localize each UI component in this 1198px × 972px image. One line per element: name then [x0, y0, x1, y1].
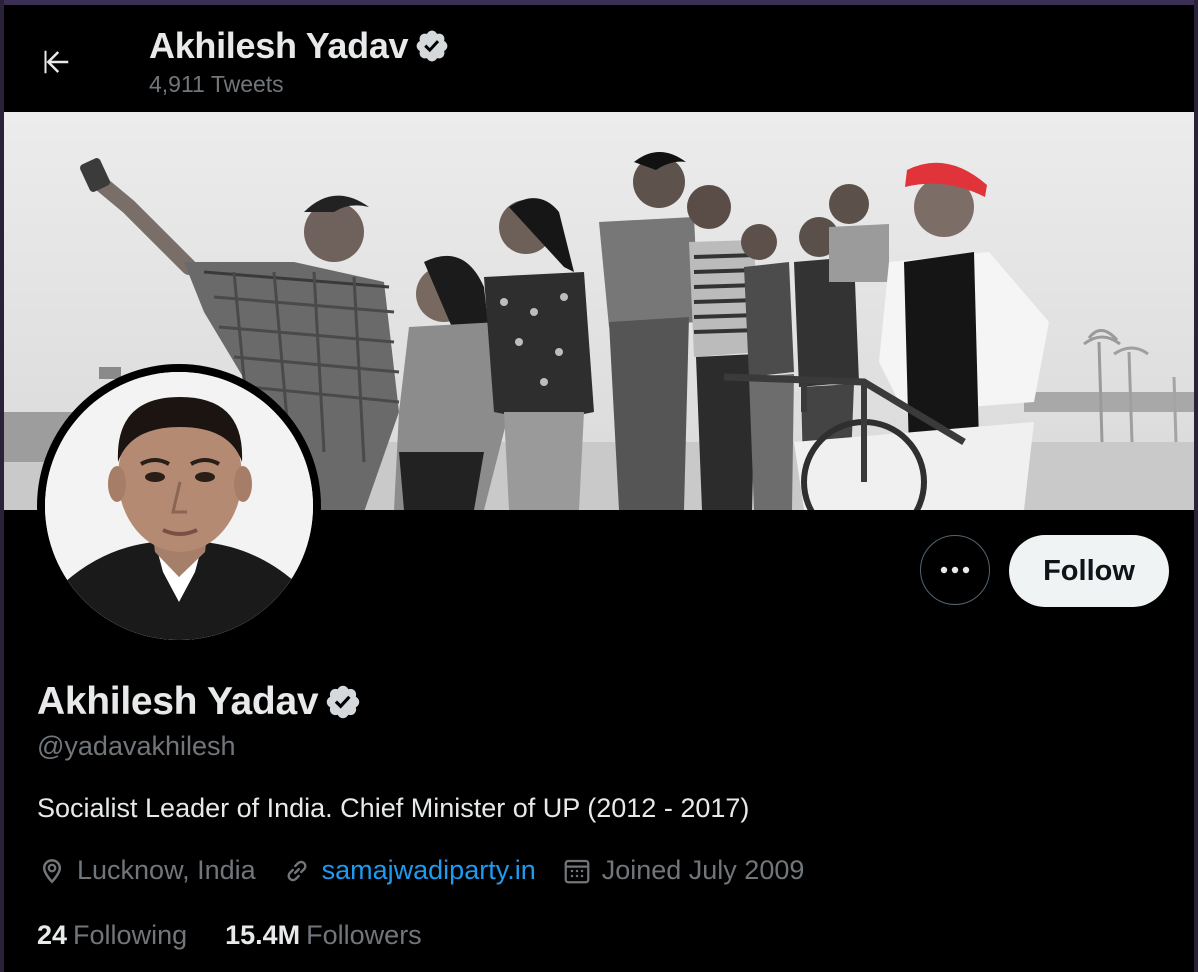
verified-badge-icon [416, 30, 448, 62]
avatar-photo [45, 372, 313, 640]
joined-text: Joined July 2009 [601, 855, 805, 885]
profile-avatar[interactable] [37, 364, 321, 648]
profile-stats: 24 Following 15.4M Followers [37, 920, 460, 951]
location-pin-icon [42, 858, 62, 883]
profile-handle: @yadavakhilesh [37, 731, 236, 761]
link-icon [287, 860, 307, 881]
profile-name: Akhilesh Yadav [37, 680, 362, 724]
profile-header: Akhilesh Yadav 4,911 Tweets [4, 5, 1194, 112]
location-item: Lucknow, India [37, 855, 256, 886]
more-options-button[interactable] [920, 535, 990, 605]
window-right-border [1194, 0, 1198, 972]
verified-badge-icon [327, 685, 360, 719]
header-title: Akhilesh Yadav [149, 25, 450, 67]
profile-meta: Lucknow, India samajwadiparty.in Joined … [37, 855, 830, 886]
followers-count: 15.4M [225, 920, 301, 950]
followers-stat[interactable]: 15.4M Followers [225, 920, 422, 951]
profile-bio: Socialist Leader of India. Chief Ministe… [37, 793, 750, 823]
header-name: Akhilesh Yadav [149, 25, 409, 66]
website-link[interactable]: samajwadiparty.in [322, 855, 536, 886]
follow-button[interactable]: Follow [1009, 535, 1169, 607]
followers-label: Followers [306, 920, 422, 950]
back-button[interactable] [34, 39, 80, 85]
following-count: 24 [37, 920, 68, 950]
joined-item: Joined July 2009 [562, 855, 805, 886]
website-item: samajwadiparty.in [282, 855, 536, 886]
location-text: Lucknow, India [77, 855, 256, 885]
calendar-icon [564, 859, 590, 883]
more-horizontal-icon [940, 566, 970, 574]
tweet-count: 4,911 Tweets [149, 71, 284, 97]
profile-name-text: Akhilesh Yadav [37, 680, 319, 723]
following-stat[interactable]: 24 Following [37, 920, 187, 951]
arrow-left-icon [44, 50, 69, 74]
following-label: Following [73, 920, 188, 950]
